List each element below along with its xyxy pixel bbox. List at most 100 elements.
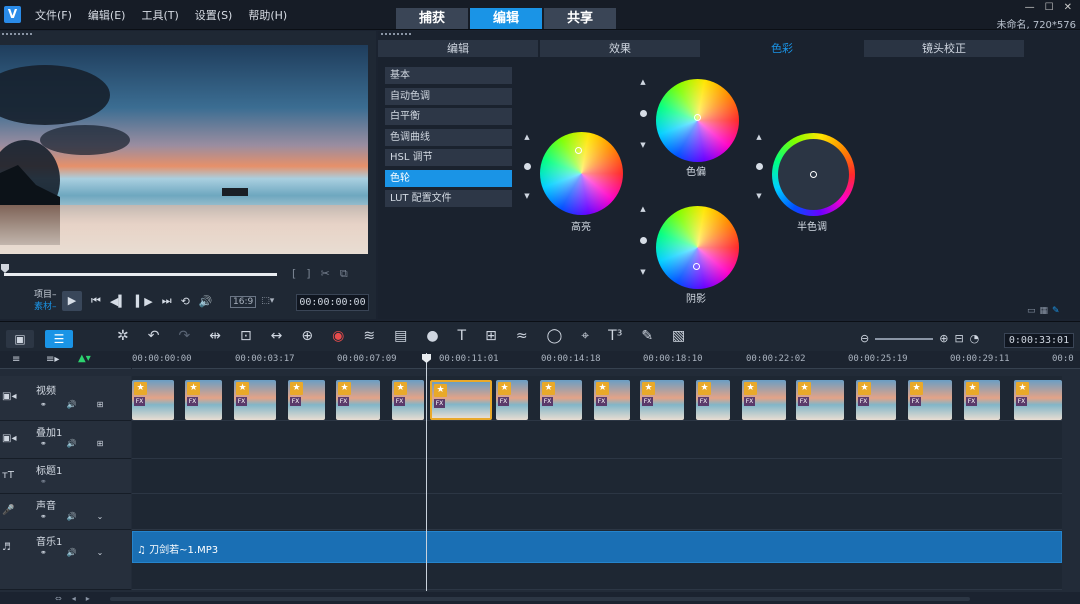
video-clip[interactable]: ★ FX [288,380,325,420]
video-lane[interactable]: ★ FX ★ FX ★ FX ★ FX ★ FX ★ FX ★ FX ★ FX ★ FX ★ FX … [132,376,1062,421]
track-manager-icon[interactable]: ≡ [12,354,20,365]
tab-color[interactable]: 色彩 [702,40,862,57]
option-hsl[interactable]: HSL 调节 [385,149,512,166]
track-motion-icon[interactable]: ⌖ [581,328,589,344]
link-icon[interactable]: ⚭ [40,548,47,557]
tab-capture[interactable]: 捕获 [396,8,468,29]
redo-icon[interactable]: ↷ [178,328,190,344]
add-marker-icon[interactable]: ▲▾ [78,353,91,364]
video-clip[interactable]: ★ FX [696,380,730,420]
fit-timeline-icon[interactable]: ⇔ [55,594,62,603]
speed-icon[interactable]: ≈ [516,328,528,344]
video-clip[interactable]: ★ FX [234,380,276,420]
expand-icon[interactable]: ⌄ [97,512,104,521]
track-header-overlay[interactable]: ▣◂ 叠加1 ⚭ 🔊 ⊞ [0,421,131,459]
track-header-voice[interactable]: 🎤 声音 ⚭ 🔊 ⌄ [0,494,131,530]
link-icon[interactable]: ⚭ [40,400,47,409]
preview-timecode[interactable]: 00:00:00:00 [296,294,369,311]
tab-lens-correction[interactable]: 镜头校正 [864,40,1024,57]
snapshot-icon[interactable]: ⧉ [340,267,348,281]
link-icon[interactable]: ⚭ [40,512,47,521]
title-lane[interactable] [132,459,1062,494]
project-mode-label[interactable]: 项目– [34,289,57,301]
link-icon[interactable]: ⚭ [40,477,47,486]
offset-slider[interactable]: ▲ ▼ [638,78,648,149]
video-clip[interactable]: ★ FX [132,380,174,420]
video-clip-selected[interactable]: ★ FX [430,380,492,420]
home-icon[interactable]: ⏮ [91,294,101,308]
menu-settings[interactable]: 设置(S) [195,7,233,23]
expand-icon[interactable]: ⌄ [97,548,104,557]
option-tone-curve[interactable]: 色调曲线 [385,128,512,146]
aspect-ratio-button[interactable]: 16:9 [230,296,257,308]
option-lut[interactable]: LUT 配置文件 [385,190,512,207]
3d-title-icon[interactable]: T³ [608,328,622,344]
shadow-wheel[interactable] [656,206,739,289]
tab-share[interactable]: 共享 [544,8,616,29]
shadow-slider[interactable]: ▲ ▼ [638,205,648,276]
prev-frame-icon[interactable]: ◀▍ [110,295,127,308]
clock-icon[interactable]: ◔ [970,332,980,345]
menu-file[interactable]: 文件(F) [35,7,72,23]
painting-icon[interactable]: ✎ [641,328,653,344]
zoom-out-icon[interactable]: ⊖ [860,332,869,345]
crop-icon[interactable]: ⊡ [240,328,252,344]
timeline-ruler[interactable]: 00:00:00:00 00:00:03:17 00:00:07:09 00:0… [132,351,1080,369]
grid-icon[interactable]: ⊞ [97,400,104,409]
menu-edit[interactable]: 编辑(E) [88,7,126,23]
video-clip[interactable]: ★ FX [964,380,1000,420]
overlay-lane[interactable] [132,421,1062,459]
tab-edit-options[interactable]: 编辑 [378,40,538,57]
zoom-in-icon[interactable]: ⊕ [939,332,948,345]
panel-grip[interactable] [2,33,32,37]
undo-icon[interactable]: ↶ [148,328,160,344]
video-clip[interactable]: ★ FX [796,380,844,420]
chapter-icon[interactable]: ≡▸ [46,354,59,365]
magic-tool-icon[interactable]: ✲ [117,328,129,344]
volume-icon[interactable]: 🔊 [199,295,213,308]
menu-help[interactable]: 帮助(H) [248,7,287,23]
video-clip[interactable]: ★ FX [856,380,896,420]
video-clip[interactable]: ★ FX [540,380,582,420]
video-clip[interactable]: ★ FX [336,380,380,420]
resize-icon[interactable]: ⬚▾ [261,296,274,308]
zoom-slider[interactable] [875,337,934,340]
option-basic[interactable]: 基本 [385,67,512,84]
audio-clip[interactable]: ♫ 刀剑若~1.MP3 [132,531,1062,563]
scroll-left-icon[interactable]: ◂ [72,594,76,603]
split-icon[interactable]: ↔ [271,328,283,344]
clip-mode-label[interactable]: 素材– [34,301,57,313]
tab-effects[interactable]: 效果 [540,40,700,57]
view-mode-icon[interactable]: ▭ [1027,306,1036,316]
mute-icon[interactable]: 🔊 [67,439,77,448]
audio-wave-icon[interactable]: ≋ [363,328,375,344]
track-header-title[interactable]: тT 标题1 ⚭ [0,459,131,494]
option-color-wheel[interactable]: 色轮 [385,169,512,187]
title-icon[interactable]: T [458,328,467,344]
storyboard-view-icon[interactable]: ▣ [6,330,34,348]
midtone-slider[interactable]: ▲ ▼ [754,133,764,200]
record-icon[interactable]: ◉ [332,328,344,344]
tab-edit[interactable]: 编辑 [470,8,542,29]
highlight-slider[interactable]: ▲ ▼ [522,133,532,200]
video-clip[interactable]: ★ FX [496,380,528,420]
offset-wheel[interactable] [656,79,739,162]
scroll-right-icon[interactable]: ▸ [86,594,90,603]
voice-lane[interactable] [132,494,1062,530]
motion-icon[interactable]: ⊕ [301,328,313,344]
video-clip[interactable]: ★ FX [640,380,684,420]
video-clip[interactable]: ★ FX [1014,380,1062,420]
split-clip-icon[interactable]: ✂ [321,267,330,281]
video-clip[interactable]: ★ FX [594,380,630,420]
link-icon[interactable]: ⚭ [40,439,47,448]
menu-tools[interactable]: 工具(T) [141,7,178,23]
grid-icon[interactable]: ⊞ [97,439,104,448]
timeline-view-icon[interactable]: ☰ [45,330,73,348]
mute-icon[interactable]: 🔊 [67,400,77,409]
timeline-scrollbar[interactable] [110,597,970,601]
end-icon[interactable]: ⏭ [162,294,172,308]
mark-out-button[interactable]: ] [306,267,310,281]
multicam-icon[interactable]: ⊞ [485,328,497,344]
loop-icon[interactable]: ◯ [547,328,563,344]
view-edit-icon[interactable]: ✎ [1052,306,1060,316]
